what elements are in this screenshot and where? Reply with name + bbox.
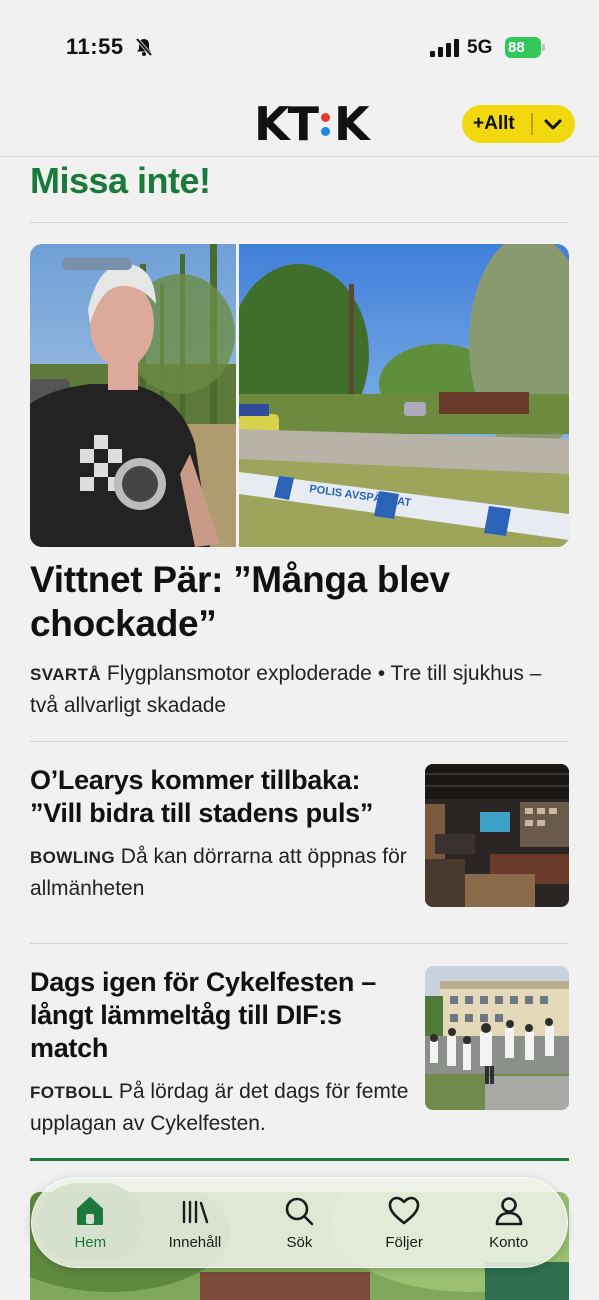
divider: [30, 741, 569, 742]
home-icon: [77, 1197, 104, 1225]
article-1-kicker: SVARTÅ: [30, 665, 102, 684]
article-2-image[interactable]: [425, 764, 569, 907]
tab-label: Innehåll: [168, 1234, 222, 1251]
section-rule: [30, 1158, 569, 1161]
battery-charging-icon: 88: [505, 37, 545, 58]
tab-label: Följer: [385, 1234, 423, 1251]
article-2-kicker: BOWLING: [30, 848, 115, 867]
status-bar: 11:55 5G 88: [0, 0, 599, 90]
heart-icon: [388, 1196, 420, 1225]
search-icon: [286, 1197, 314, 1226]
filter-button[interactable]: +Allt: [462, 105, 575, 143]
user-icon: [495, 1197, 522, 1226]
crime-scene-photo: POLIS AVSPÄRRAT: [239, 244, 569, 547]
logo-left: KT: [254, 97, 319, 151]
article-3-headline[interactable]: Dags igen för Cykelfesten – långt lämmel…: [30, 966, 410, 1065]
filter-label: +Allt: [462, 113, 533, 135]
article-3-teaser[interactable]: FOTBOLL På lördag är det dags för femte …: [30, 1076, 410, 1139]
tab-label: Hem: [74, 1234, 107, 1251]
article-2-teaser[interactable]: BOWLING Då kan dörrarna att öppnas för a…: [30, 841, 410, 904]
signal-icon: [430, 39, 459, 57]
article-3-kicker: FOTBOLL: [30, 1083, 114, 1102]
witness-photo: [30, 244, 236, 547]
logo-dots: [321, 112, 331, 136]
status-time: 11:55: [66, 34, 124, 59]
divider: [30, 943, 569, 944]
tab-innehall[interactable]: Innehåll: [143, 1183, 248, 1262]
tab-label: Sök: [286, 1234, 313, 1251]
kt-logo[interactable]: KT K: [254, 97, 370, 151]
article-3-image[interactable]: [425, 966, 569, 1110]
article-2-headline[interactable]: O’Learys kommer tillbaka: ”Vill bidra ti…: [30, 764, 410, 830]
library-icon: [182, 1200, 209, 1224]
section-title: Missa inte!: [30, 160, 211, 201]
tab-konto[interactable]: Konto: [456, 1183, 561, 1262]
tab-hem[interactable]: Hem: [38, 1183, 143, 1262]
logo-right: K: [334, 97, 370, 151]
article-1-headline[interactable]: Vittnet Pär: ”Många blev chockade”: [30, 558, 569, 646]
article-1-teaser[interactable]: SVARTÅ Flygplansmotor exploderade • Tre …: [30, 658, 550, 721]
network-label: 5G: [467, 37, 493, 58]
chevron-down-icon[interactable]: [533, 113, 573, 135]
divider: [30, 222, 569, 223]
bottom-tab-bar: Hem Innehåll Sök Följer Konto: [31, 1177, 568, 1268]
tab-label: Konto: [489, 1234, 529, 1251]
app-header: KT K +Allt: [0, 90, 599, 157]
tab-sok[interactable]: Sök: [247, 1183, 352, 1262]
article-1-teaser-text: Flygplansmotor exploderade • Tre till sj…: [30, 662, 542, 717]
battery-level: 88: [505, 37, 541, 58]
tab-foljer[interactable]: Följer: [352, 1183, 457, 1262]
bell-slash-icon: [135, 37, 153, 57]
article-1-image[interactable]: POLIS AVSPÄRRAT: [30, 244, 569, 547]
